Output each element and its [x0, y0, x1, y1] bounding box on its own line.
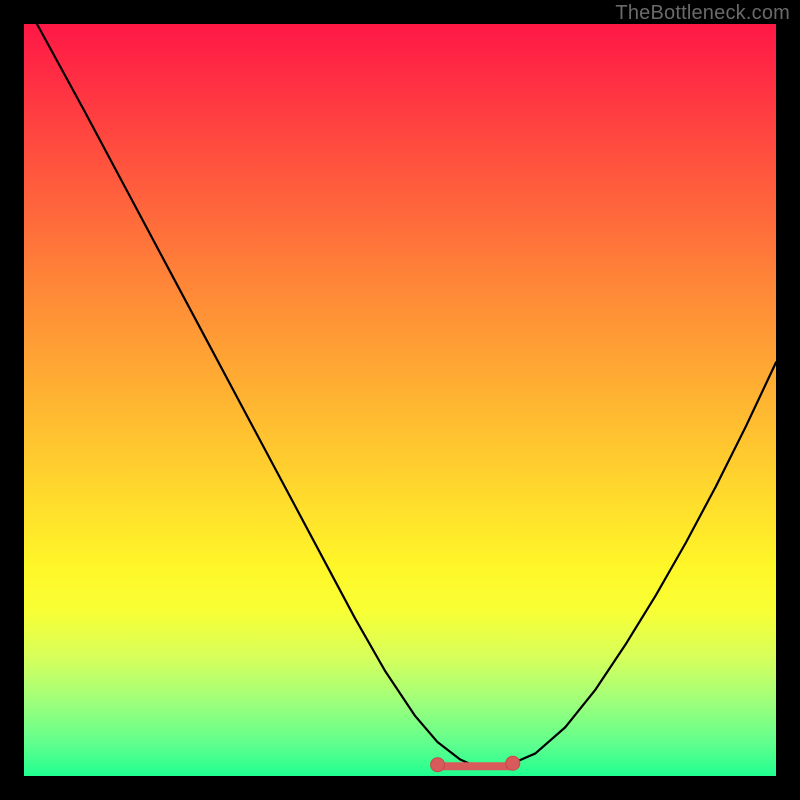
- plot-area: [24, 24, 776, 776]
- marker-dot: [506, 756, 520, 770]
- chart-frame: TheBottleneck.com: [0, 0, 800, 800]
- bottleneck-curve: [24, 1, 776, 767]
- watermark-text: TheBottleneck.com: [615, 2, 790, 25]
- marker-dot: [431, 758, 445, 772]
- curve-svg: [24, 24, 776, 776]
